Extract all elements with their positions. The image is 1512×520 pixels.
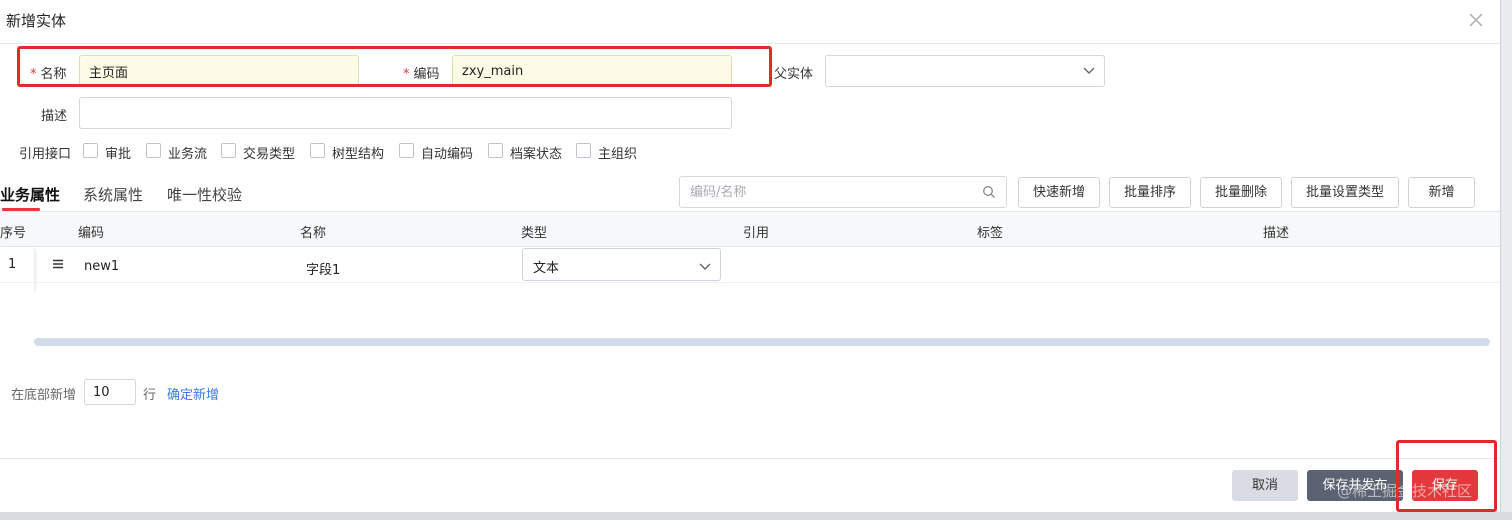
desc-input[interactable] [79,97,732,129]
search-icon[interactable] [982,185,996,199]
add-button[interactable]: 新增 [1408,177,1475,208]
checkbox-tree-structure[interactable] [310,143,325,158]
checkbox-main-org-label: 主组织 [598,147,638,162]
checkbox-tree-structure-label: 树型结构 [332,147,385,162]
checkbox-auto-code[interactable] [399,143,414,158]
batch-delete-button[interactable]: 批量删除 [1200,177,1282,208]
batch-set-type-button[interactable]: 批量设置类型 [1291,177,1399,208]
tab-system-attributes[interactable]: 系统属性 [83,184,143,205]
close-icon[interactable] [1466,10,1486,30]
checkbox-archive-status[interactable] [488,143,503,158]
column-description: 描述 [1263,226,1290,241]
confirm-add-link[interactable]: 确定新增 [167,384,219,403]
dialog-title: 新增实体 [6,12,67,30]
parent-label: 父实体 [774,67,814,82]
required-mark: * [30,67,37,82]
column-name: 名称 [300,226,327,241]
rows-unit-label: 行 [143,388,157,403]
row-type-value: 文本 [533,261,560,276]
parent-entity-select[interactable] [825,55,1105,87]
checkbox-workflow-label: 业务流 [168,147,208,162]
checkbox-auto-code-label: 自动编码 [421,147,474,162]
column-tag: 标签 [977,226,1004,241]
header-divider [0,43,1500,44]
name-label-text: 名称 [40,67,67,82]
checkbox-workflow[interactable] [146,143,161,158]
interfaces-label: 引用接口 [19,147,72,162]
quick-add-button[interactable]: 快速新增 [1018,177,1100,208]
footer-divider [0,458,1500,459]
window-edge-right [1500,0,1512,520]
table-row[interactable]: 1 new1 字段1 [0,247,1500,283]
row-name[interactable]: 字段1 [306,259,340,278]
table-header: 序号 编码 名称 类型 引用 标签 描述 [0,211,1512,247]
required-mark: * [403,67,410,82]
column-type: 类型 [521,226,548,241]
name-input[interactable] [79,55,359,87]
chevron-down-icon [699,263,711,270]
code-label-text: 编码 [413,67,440,82]
checkbox-trade-type-label: 交易类型 [243,147,296,162]
batch-sort-button[interactable]: 批量排序 [1109,177,1191,208]
save-and-publish-button[interactable]: 保存并发布 [1307,470,1403,501]
row-type-select[interactable]: 文本 [522,248,721,281]
add-row-count-input[interactable] [84,379,136,405]
search-input[interactable] [679,176,1007,208]
checkbox-main-org[interactable] [576,143,591,158]
tab-uniqueness-check[interactable]: 唯一性校验 [167,184,242,205]
column-code: 编码 [78,226,105,241]
checkbox-approval[interactable] [83,143,98,158]
save-button[interactable]: 保存 [1412,470,1478,501]
add-at-bottom-label: 在底部新增 [11,388,77,403]
checkbox-approval-label: 审批 [105,147,132,162]
window-edge-bottom [0,512,1512,520]
checkbox-archive-status-label: 档案状态 [510,147,563,162]
horizontal-scrollbar[interactable] [34,338,1490,346]
name-label: * 名称 [30,63,67,82]
code-label: * 编码 [403,63,440,82]
column-index: 序号 [0,226,27,241]
column-reference: 引用 [743,226,770,241]
row-index: 1 [8,257,17,272]
checkbox-trade-type[interactable] [221,143,236,158]
tab-business-attributes[interactable]: 业务属性 [0,184,60,205]
desc-label: 描述 [41,109,68,124]
cancel-button[interactable]: 取消 [1232,470,1298,501]
code-input[interactable] [452,55,732,87]
chevron-down-icon [1083,67,1095,74]
drag-handle-icon[interactable] [52,259,64,269]
row-code[interactable]: new1 [84,259,119,274]
